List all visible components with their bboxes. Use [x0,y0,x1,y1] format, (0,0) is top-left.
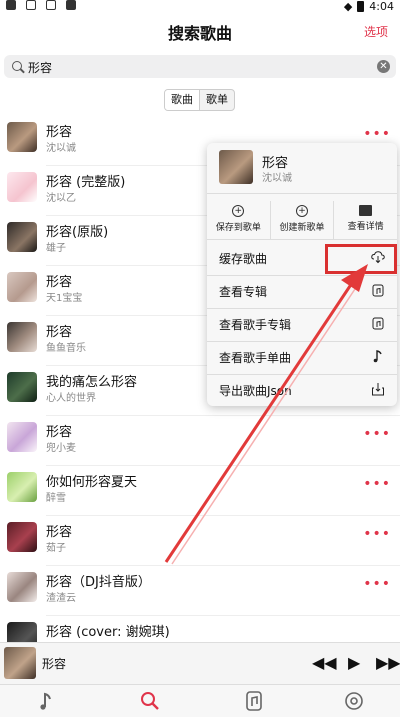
now-playing-title: 形容 [42,657,67,671]
settings-icon[interactable] [342,689,366,713]
next-icon[interactable]: ▶▶ [376,653,400,672]
tab-bar [0,684,400,717]
album-icon[interactable] [242,689,266,713]
play-icon[interactable]: ▶ [348,653,360,672]
now-playing-cover [4,647,36,679]
previous-icon[interactable]: ◀◀ [312,653,337,672]
search-icon[interactable] [138,689,162,713]
annotation-arrow [164,264,368,565]
now-playing-bar[interactable]: 形容 ◀◀ ▶ ▶▶ [0,642,400,685]
music-note-icon[interactable] [34,689,58,713]
